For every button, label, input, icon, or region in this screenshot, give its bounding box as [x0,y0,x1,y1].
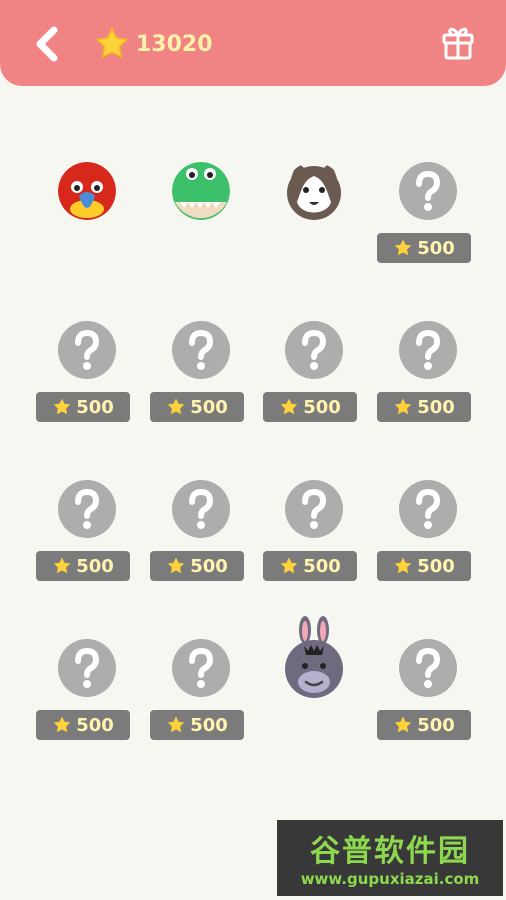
price-label: 500 [303,555,341,577]
unlock-price-button[interactable]: 500 [150,551,244,581]
star-icon [394,239,412,256]
watermark: 谷普软件园 www.gupuxiazai.com [277,820,503,896]
unlock-price-button[interactable]: 500 [36,392,130,422]
locked-avatar [285,480,343,538]
locked-avatar-cell[interactable]: 500 [377,639,477,769]
unlock-price-button[interactable]: 500 [150,710,244,740]
unlock-price-button[interactable]: 500 [36,551,130,581]
question-mark-icon [75,488,100,529]
locked-avatar [399,162,457,220]
unlock-price-button[interactable]: 500 [377,710,471,740]
locked-avatar [399,639,457,697]
avatar-grid: 500 500 500 500 500 500 500 500 500 500 … [0,0,506,900]
question-mark-icon [416,170,441,211]
unlock-price-button[interactable]: 500 [377,233,471,263]
price-label: 500 [417,555,455,577]
locked-avatar [172,321,230,379]
locked-avatar [58,321,116,379]
locked-avatar [172,639,230,697]
star-icon [53,398,71,415]
locked-avatar-cell[interactable]: 500 [263,480,363,610]
unlock-price-button[interactable]: 500 [377,551,471,581]
question-mark-icon [302,488,327,529]
unlock-price-button[interactable]: 500 [263,392,357,422]
star-icon [53,557,71,574]
star-icon [280,557,298,574]
star-icon [167,557,185,574]
locked-avatar-cell[interactable]: 500 [263,321,363,451]
locked-avatar-cell[interactable]: 500 [377,321,477,451]
price-label: 500 [190,396,228,418]
price-label: 500 [76,714,114,736]
locked-avatar [285,321,343,379]
donkey-avatar-icon [285,616,343,698]
price-label: 500 [417,714,455,736]
star-icon [280,398,298,415]
question-mark-icon [416,488,441,529]
avatar-cell-donkey[interactable] [263,616,363,746]
star-icon [53,716,71,733]
locked-avatar [58,639,116,697]
price-label: 500 [303,396,341,418]
locked-avatar-cell[interactable]: 500 [150,480,250,610]
locked-avatar-cell[interactable]: 500 [36,639,136,769]
locked-avatar-cell[interactable]: 500 [377,162,477,292]
star-icon [394,398,412,415]
locked-avatar-cell[interactable]: 500 [150,639,250,769]
locked-avatar [399,480,457,538]
watermark-title: 谷普软件园 [310,834,470,869]
question-mark-icon [75,647,100,688]
star-icon [394,557,412,574]
unlock-price-button[interactable]: 500 [377,392,471,422]
locked-avatar-cell[interactable]: 500 [36,321,136,451]
question-mark-icon [302,329,327,370]
question-mark-icon [75,329,100,370]
watermark-url: www.gupuxiazai.com [300,870,480,888]
price-label: 500 [76,555,114,577]
locked-avatar-cell[interactable]: 500 [150,321,250,451]
price-label: 500 [417,396,455,418]
locked-avatar-cell[interactable]: 500 [377,480,477,610]
price-label: 500 [76,396,114,418]
question-mark-icon [416,647,441,688]
star-icon [167,716,185,733]
question-mark-icon [189,329,214,370]
question-mark-icon [416,329,441,370]
star-icon [167,398,185,415]
avatar-cell-parrot[interactable] [36,162,136,292]
locked-avatar [58,480,116,538]
locked-avatar-cell[interactable]: 500 [36,480,136,610]
locked-avatar [399,321,457,379]
avatar-cell-cat[interactable] [263,162,363,292]
price-label: 500 [190,555,228,577]
price-label: 500 [417,237,455,259]
unlock-price-button[interactable]: 500 [150,392,244,422]
question-mark-icon [189,647,214,688]
crocodile-avatar-icon [172,162,230,220]
price-label: 500 [190,714,228,736]
cat-avatar-icon [287,162,341,220]
locked-avatar [172,480,230,538]
star-icon [394,716,412,733]
parrot-avatar-icon [58,162,116,220]
unlock-price-button[interactable]: 500 [263,551,357,581]
question-mark-icon [189,488,214,529]
avatar-cell-crocodile[interactable] [150,162,250,292]
unlock-price-button[interactable]: 500 [36,710,130,740]
